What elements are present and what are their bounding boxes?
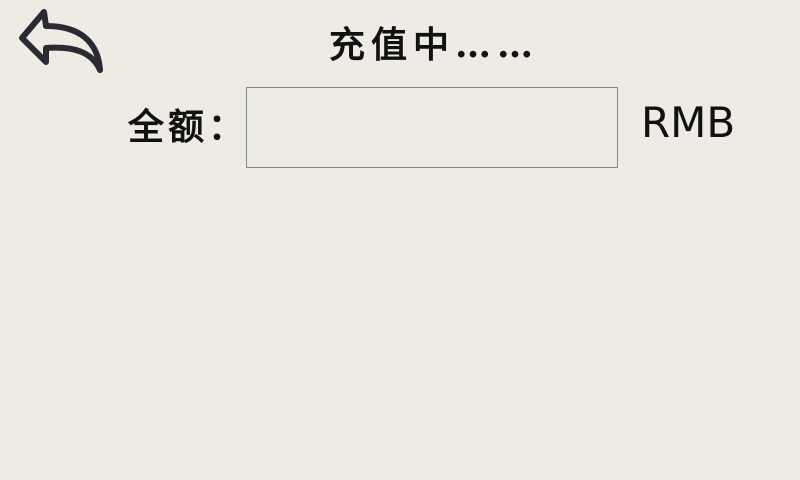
amount-label: 全额： [128,106,249,148]
amount-input[interactable] [246,87,618,168]
currency-label: RMB [641,98,736,147]
page-title: 充值中…… [328,24,539,66]
